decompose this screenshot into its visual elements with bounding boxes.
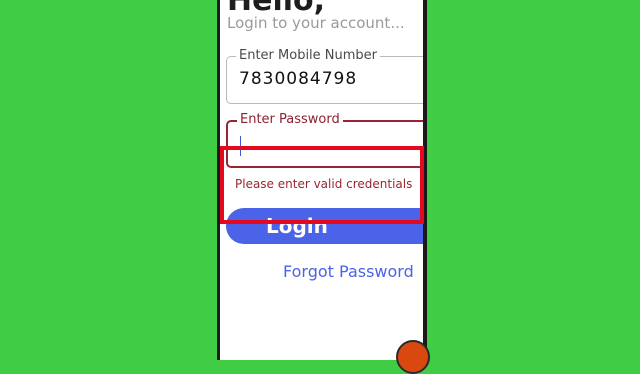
password-label: Enter Password — [237, 112, 343, 128]
mobile-number-value[interactable]: 7830084798 — [239, 69, 357, 89]
mobile-number-label: Enter Mobile Number — [236, 48, 381, 64]
highlight-box — [220, 146, 424, 224]
login-subtitle: Login to your account... — [227, 14, 405, 32]
mobile-number-field[interactable]: Enter Mobile Number 7830084798 — [226, 48, 423, 104]
forgot-password-link[interactable]: Forgot Password — [283, 262, 414, 281]
floating-action-button[interactable] — [396, 340, 430, 374]
